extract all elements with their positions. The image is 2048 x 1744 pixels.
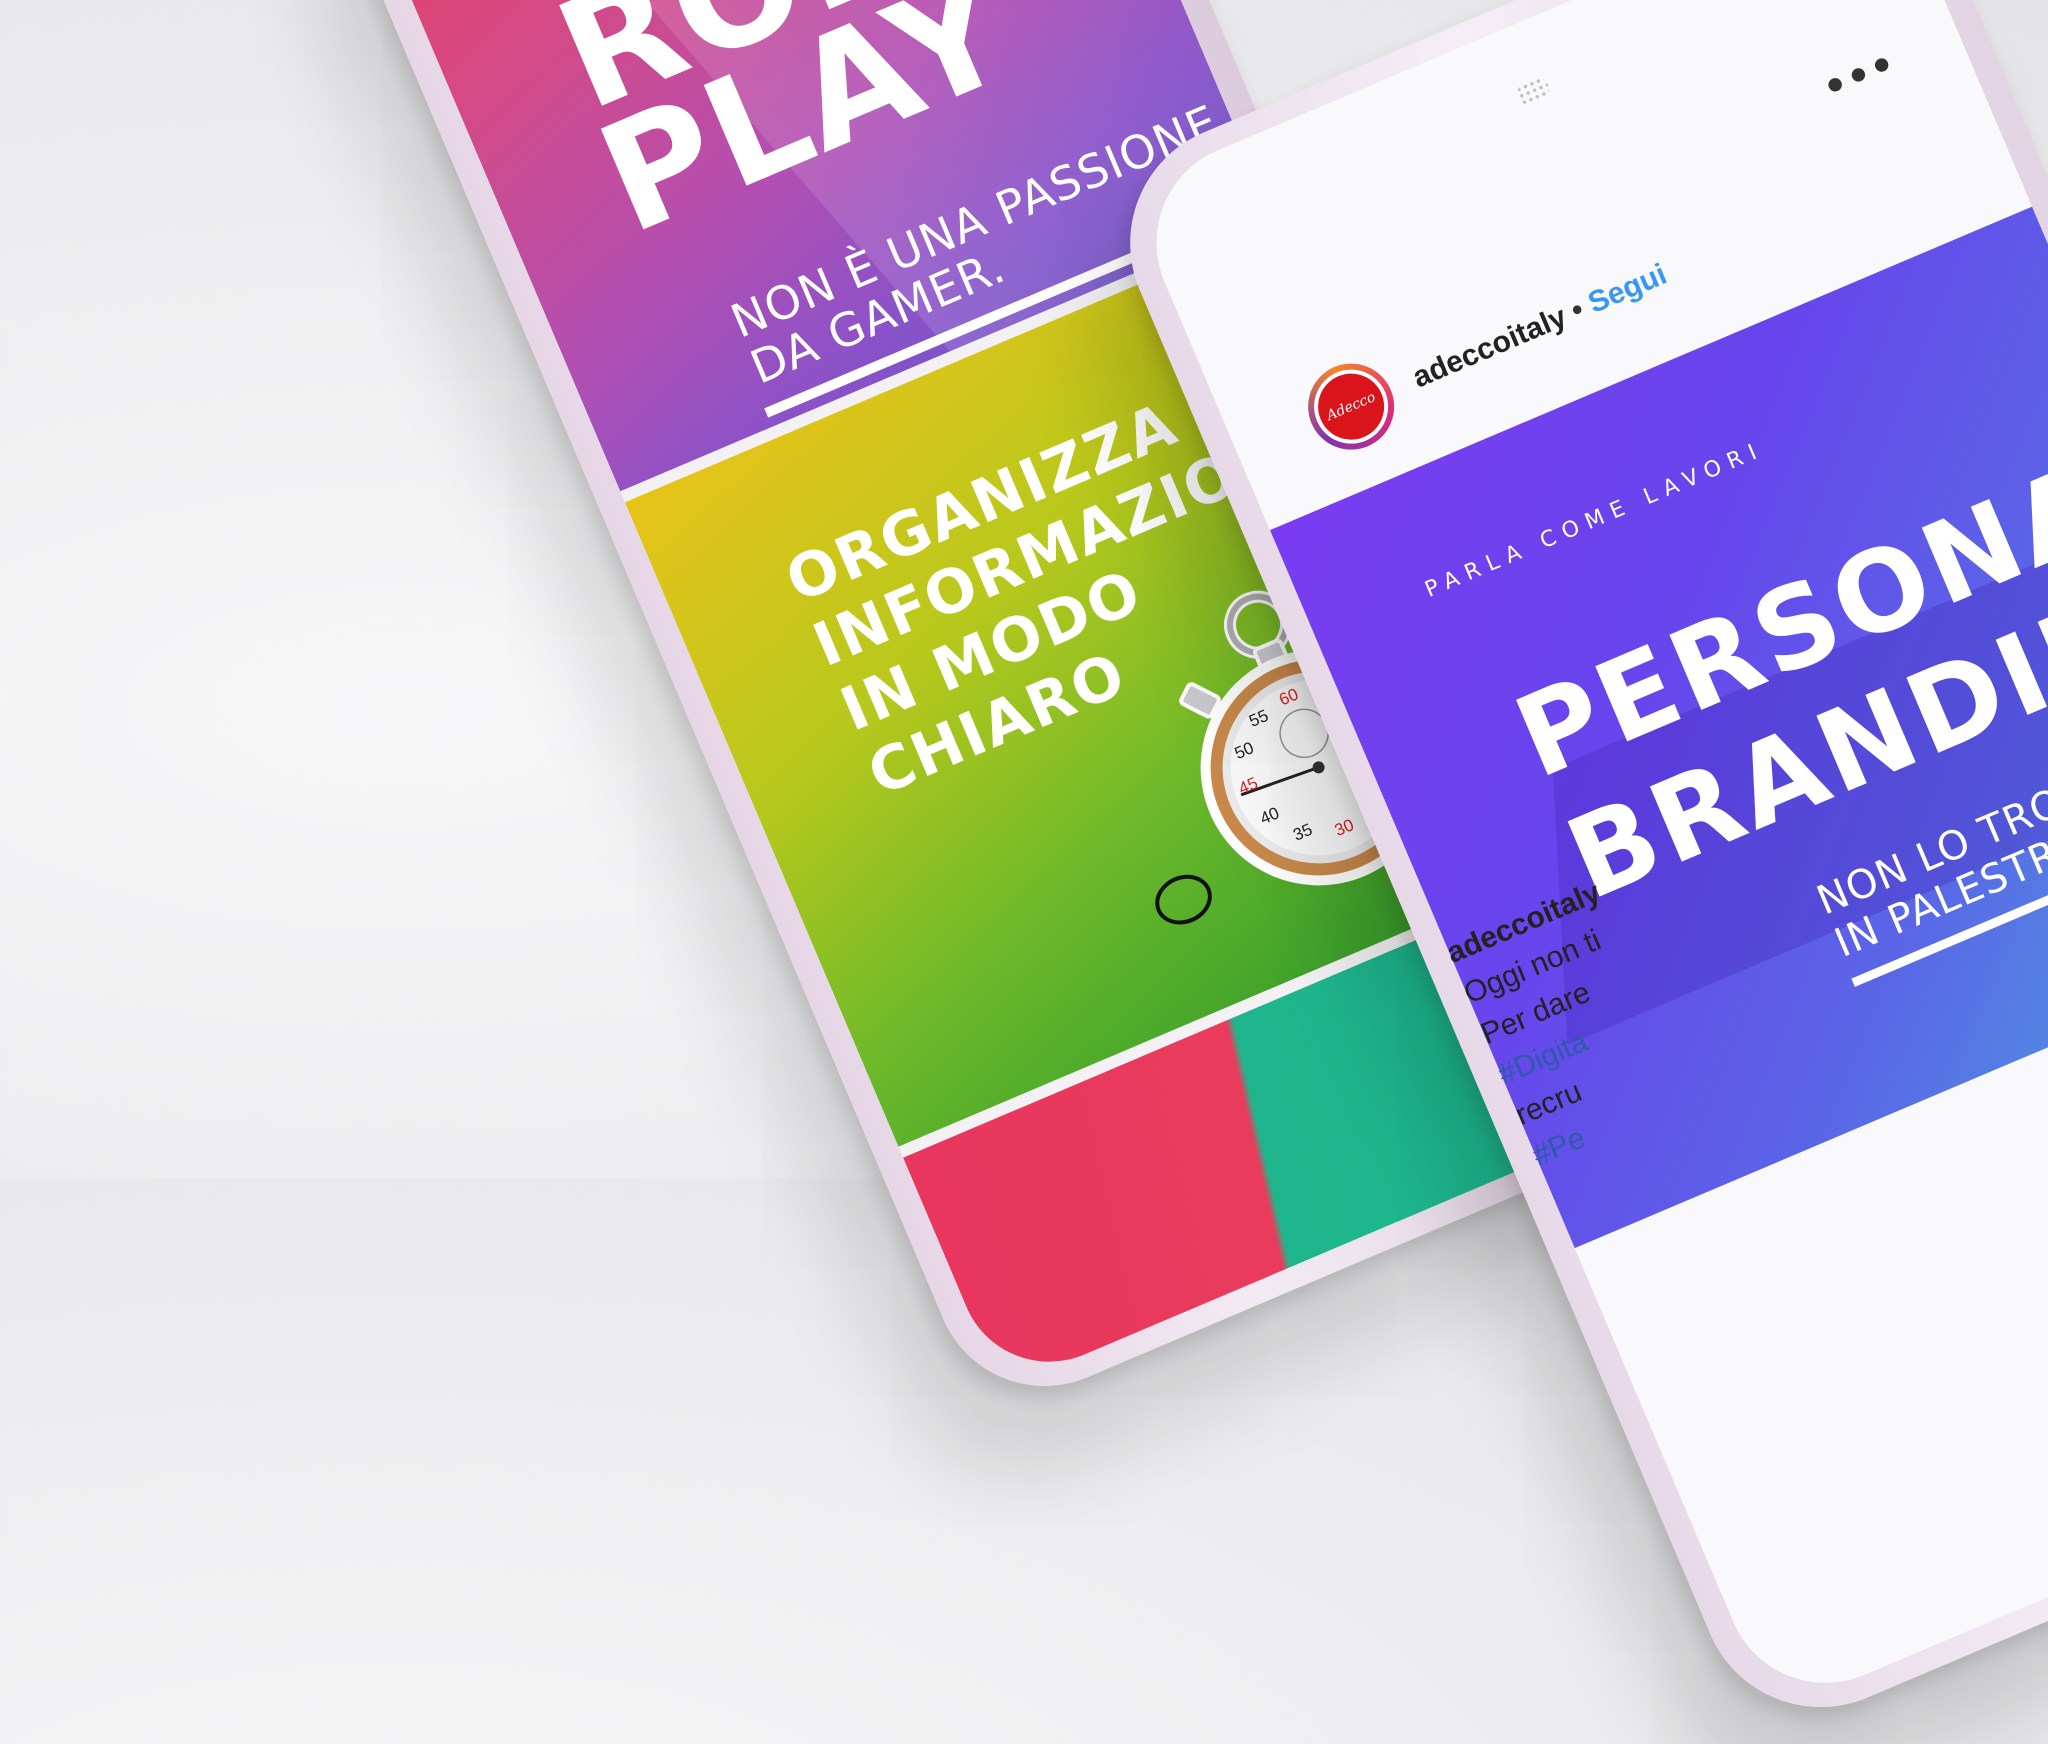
mockup-scene: ROLE PLAY NON È UNA PASSIONE DA GAMER. O…: [0, 0, 2048, 1744]
follow-button[interactable]: Segui: [1583, 258, 1671, 320]
more-options-icon[interactable]: •••: [1816, 41, 1903, 111]
separator-dot: •: [1566, 292, 1589, 328]
post-kicker: PARLA COME LAVORI: [1421, 437, 1768, 603]
speaker-grille-icon: [1514, 74, 1553, 108]
circle-icon: [1147, 866, 1220, 934]
post-username-row: adeccoitaly • Segui: [1408, 258, 1672, 396]
adecco-logo: Adecco: [1307, 363, 1395, 450]
username-link[interactable]: adeccoitaly: [1408, 300, 1571, 394]
avatar[interactable]: Adecco: [1294, 350, 1408, 464]
